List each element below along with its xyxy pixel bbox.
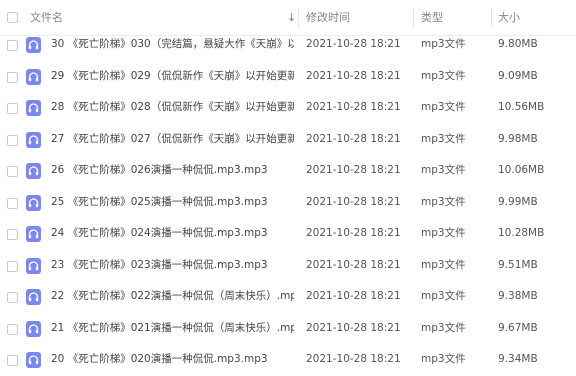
file-name[interactable]: 20 《死亡阶梯》020演播一种侃侃.mp3.mp3 (51, 344, 294, 376)
modified-time: 2021-10-28 18:21 (306, 353, 401, 365)
file-row[interactable]: 29 《死亡阶梯》029（侃侃新作《天崩》以开始更新欢迎收听）.mp3 2021-… (0, 61, 576, 93)
file-name[interactable]: 25 《死亡阶梯》025演播一种侃侃.mp3.mp3 (51, 187, 294, 219)
file-type: mp3文件 (421, 69, 466, 82)
file-row[interactable]: 20 《死亡阶梯》020演播一种侃侃.mp3.mp3 2021-10-28 18:… (0, 344, 576, 376)
audio-file-icon (26, 100, 41, 116)
column-divider[interactable] (491, 8, 492, 28)
file-name[interactable]: 26 《死亡阶梯》026演播一种侃侃.mp3.mp3 (51, 155, 294, 187)
file-type: mp3文件 (421, 353, 466, 365)
file-type: mp3文件 (421, 258, 466, 271)
file-row[interactable]: 25 《死亡阶梯》025演播一种侃侃.mp3.mp3 2021-10-28 18:… (0, 187, 576, 219)
file-row[interactable]: 21 《死亡阶梯》021演播一种侃侃（周末快乐）.mp3.mp3 2021-10-… (0, 313, 576, 345)
row-checkbox[interactable] (7, 40, 18, 51)
audio-file-icon (26, 226, 41, 242)
modified-time: 2021-10-28 18:21 (306, 258, 401, 271)
file-type: mp3文件 (421, 132, 466, 145)
file-type: mp3文件 (421, 227, 466, 239)
file-size: 10.28MB (498, 227, 545, 239)
file-list: 30 《死亡阶梯》030（完结篇，悬疑大作《天崩》以开始更新欢迎收听）.mp32… (0, 29, 576, 376)
row-checkbox[interactable] (7, 292, 18, 303)
file-name[interactable]: 27 《死亡阶梯》027（侃侃新作《天崩》以开始更新欢迎收听）.mp3 (51, 124, 294, 156)
row-checkbox[interactable] (7, 323, 18, 335)
file-size: 9.34MB (498, 353, 538, 365)
modified-time: 2021-10-28 18:21 (306, 290, 401, 302)
modified-time: 2021-10-28 18:21 (306, 321, 401, 334)
file-row[interactable]: 22 《死亡阶梯》022演播一种侃侃（周末快乐）.mp3.mp3 2021-10-… (0, 281, 576, 313)
audio-file-icon (26, 37, 41, 53)
audio-file-icon (26, 163, 41, 179)
audio-file-icon (26, 194, 41, 211)
file-size: 9.99MB (498, 195, 538, 208)
row-checkbox[interactable] (7, 260, 18, 272)
file-name[interactable]: 29 《死亡阶梯》029（侃侃新作《天崩》以开始更新欢迎收听）.mp3 (51, 61, 294, 93)
audio-file-icon (26, 289, 41, 305)
modified-time: 2021-10-28 18:21 (306, 69, 401, 82)
file-size: 9.67MB (498, 321, 538, 334)
file-name[interactable]: 28 《死亡阶梯》028（侃侃新作《天崩》以开始更新欢迎收听）.mp3 (51, 92, 294, 124)
file-type: mp3文件 (421, 195, 466, 208)
row-checkbox[interactable] (7, 197, 18, 209)
modified-time: 2021-10-28 18:21 (306, 38, 401, 50)
file-type: mp3文件 (421, 290, 466, 302)
modified-time: 2021-10-28 18:21 (306, 132, 401, 145)
audio-file-icon (26, 68, 41, 85)
file-row[interactable]: 26 《死亡阶梯》026演播一种侃侃.mp3.mp3 2021-10-28 18:… (0, 155, 576, 187)
row-checkbox[interactable] (7, 103, 18, 114)
file-row[interactable]: 30 《死亡阶梯》030（完结篇，悬疑大作《天崩》以开始更新欢迎收听）.mp3 2… (0, 29, 576, 61)
file-row[interactable]: 23 《死亡阶梯》023演播一种侃侃.mp3.mp3 2021-10-28 18:… (0, 250, 576, 282)
file-name[interactable]: 22 《死亡阶梯》022演播一种侃侃（周末快乐）.mp3.mp3 (51, 281, 294, 313)
file-type: mp3文件 (421, 321, 466, 334)
file-row[interactable]: 27 《死亡阶梯》027（侃侃新作《天崩》以开始更新欢迎收听）.mp3 2021-… (0, 124, 576, 156)
audio-file-icon (26, 320, 41, 337)
file-size: 10.06MB (498, 164, 545, 176)
modified-time: 2021-10-28 18:21 (306, 227, 401, 239)
file-type: mp3文件 (421, 38, 466, 50)
row-checkbox[interactable] (7, 71, 18, 83)
row-checkbox[interactable] (7, 166, 18, 177)
audio-file-icon (26, 257, 41, 274)
file-size: 9.09MB (498, 69, 538, 82)
file-size: 9.38MB (498, 290, 538, 302)
file-size: 9.51MB (498, 258, 538, 271)
file-type: mp3文件 (421, 101, 466, 113)
modified-time: 2021-10-28 18:21 (306, 195, 401, 208)
audio-file-icon (26, 131, 41, 148)
file-name[interactable]: 23 《死亡阶梯》023演播一种侃侃.mp3.mp3 (51, 250, 294, 282)
file-size: 9.80MB (498, 38, 538, 50)
modified-time: 2021-10-28 18:21 (306, 164, 401, 176)
column-divider[interactable] (413, 8, 414, 28)
file-type: mp3文件 (421, 164, 466, 176)
file-size: 9.98MB (498, 132, 538, 145)
row-checkbox[interactable] (7, 229, 18, 240)
file-name[interactable]: 21 《死亡阶梯》021演播一种侃侃（周末快乐）.mp3.mp3 (51, 313, 294, 345)
file-row[interactable]: 28 《死亡阶梯》028（侃侃新作《天崩》以开始更新欢迎收听）.mp3 2021-… (0, 92, 576, 124)
row-checkbox[interactable] (7, 134, 18, 146)
file-name[interactable]: 24 《死亡阶梯》024演播一种侃侃.mp3.mp3 (51, 218, 294, 250)
column-divider[interactable] (298, 8, 299, 28)
select-all-checkbox[interactable] (7, 12, 18, 23)
modified-time: 2021-10-28 18:21 (306, 101, 401, 113)
file-name[interactable]: 30 《死亡阶梯》030（完结篇，悬疑大作《天崩》以开始更新欢迎收听）.mp3 (51, 29, 294, 61)
file-row[interactable]: 24 《死亡阶梯》024演播一种侃侃.mp3.mp3 2021-10-28 18:… (0, 218, 576, 250)
audio-file-icon (26, 352, 41, 368)
row-checkbox[interactable] (7, 355, 18, 366)
file-size: 10.56MB (498, 101, 545, 113)
